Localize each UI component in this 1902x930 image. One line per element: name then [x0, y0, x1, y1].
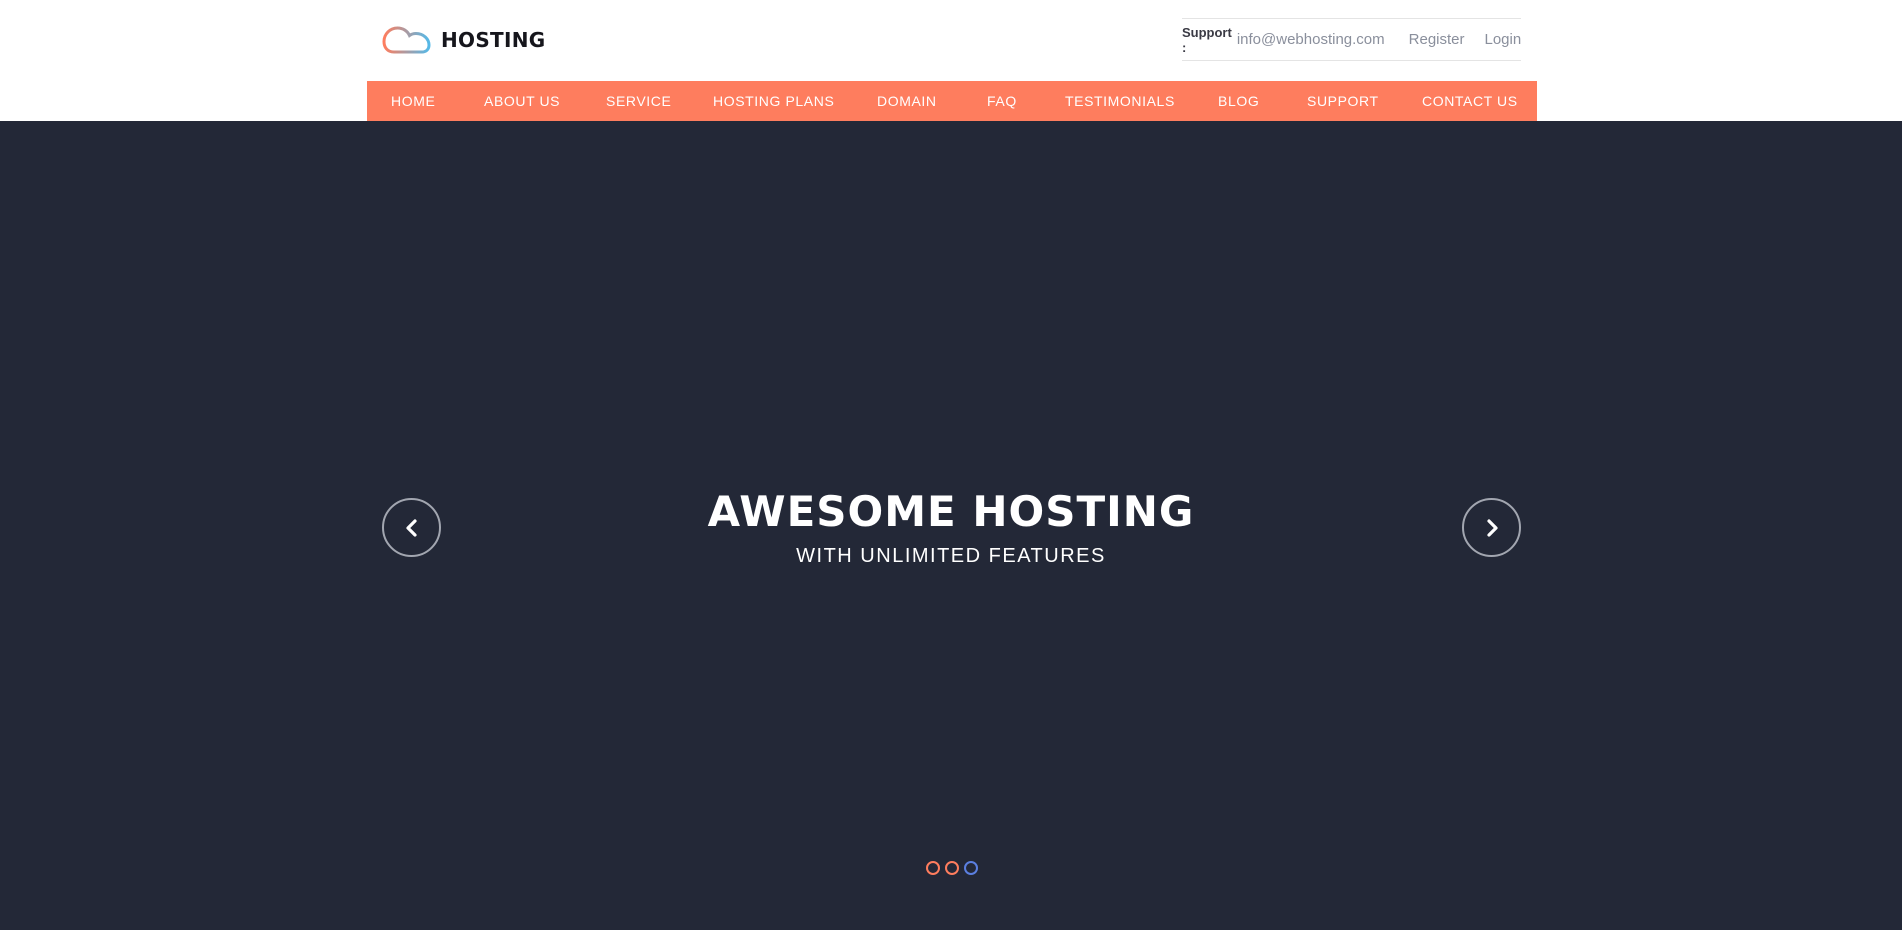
slider-dot-active[interactable]: [964, 861, 978, 875]
nav-item-service[interactable]: SERVICE: [606, 93, 671, 109]
login-link[interactable]: Login: [1485, 31, 1522, 48]
topbar: Support : info@webhosting.com Register L…: [1182, 18, 1521, 61]
main-nav: HOME ABOUT US SERVICE HOSTING PLANS DOMA…: [367, 81, 1537, 121]
nav-item-contact-us[interactable]: CONTACT US: [1422, 93, 1518, 109]
hero-slider: AWESOME HOSTING WITH UNLIMITED FEATURES: [0, 121, 1902, 930]
nav-item-domain[interactable]: DOMAIN: [877, 93, 937, 109]
logo-text: HOSTING: [441, 28, 546, 52]
nav-item-support[interactable]: SUPPORT: [1307, 93, 1379, 109]
cloud-icon: [382, 26, 431, 54]
nav-item-blog[interactable]: BLOG: [1218, 93, 1259, 109]
support-email-link[interactable]: info@webhosting.com: [1237, 31, 1385, 48]
slider-dot[interactable]: [945, 861, 959, 875]
slider-dot[interactable]: [926, 861, 940, 875]
nav-item-home[interactable]: HOME: [391, 93, 435, 109]
nav-item-testimonials[interactable]: TESTIMONIALS: [1065, 93, 1175, 109]
nav-item-faq[interactable]: FAQ: [987, 93, 1017, 109]
nav-item-about-us[interactable]: ABOUT US: [484, 93, 560, 109]
slider-next-button[interactable]: [1462, 498, 1521, 557]
register-link[interactable]: Register: [1409, 31, 1465, 48]
support-label: Support :: [1182, 24, 1232, 55]
slider-pagination: [926, 861, 978, 875]
chevron-right-icon: [1486, 518, 1498, 537]
nav-item-hosting-plans[interactable]: HOSTING PLANS: [713, 93, 834, 109]
logo[interactable]: HOSTING: [382, 22, 545, 58]
hero-title: AWESOME HOSTING: [707, 487, 1195, 536]
hero-subtitle: WITH UNLIMITED FEATURES: [796, 545, 1106, 567]
